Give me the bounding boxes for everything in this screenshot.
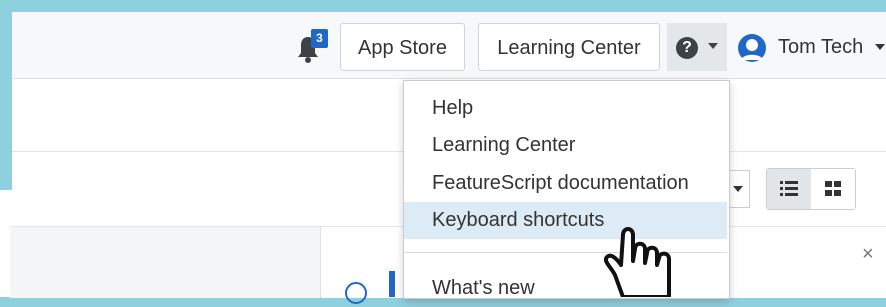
close-icon[interactable]: ×: [862, 243, 874, 266]
info-icon: [345, 282, 367, 304]
grid-view-icon[interactable]: [812, 169, 855, 209]
frame-left: [0, 0, 12, 190]
list-view-icon[interactable]: [767, 169, 811, 209]
app-store-button[interactable]: App Store: [340, 23, 465, 71]
chevron-down-icon: [708, 43, 718, 49]
frame-top: [0, 0, 886, 12]
menu-item-learning-center[interactable]: Learning Center: [404, 127, 727, 164]
help-icon: ?: [676, 37, 698, 59]
learning-center-button[interactable]: Learning Center: [478, 23, 660, 71]
user-chevron-down-icon[interactable]: [875, 44, 885, 50]
user-name[interactable]: Tom Tech: [778, 36, 863, 59]
pointer-hand-icon: [604, 227, 671, 297]
select-chevron-icon: [733, 186, 743, 192]
menu-item-featurescript-docs[interactable]: FeatureScript documentation: [404, 165, 727, 202]
user-avatar-icon[interactable]: [735, 33, 769, 63]
notification-badge: 3: [311, 29, 328, 48]
selection-indicator: [389, 271, 395, 297]
menu-item-help[interactable]: Help: [404, 90, 727, 127]
left-list-panel: [10, 226, 320, 298]
